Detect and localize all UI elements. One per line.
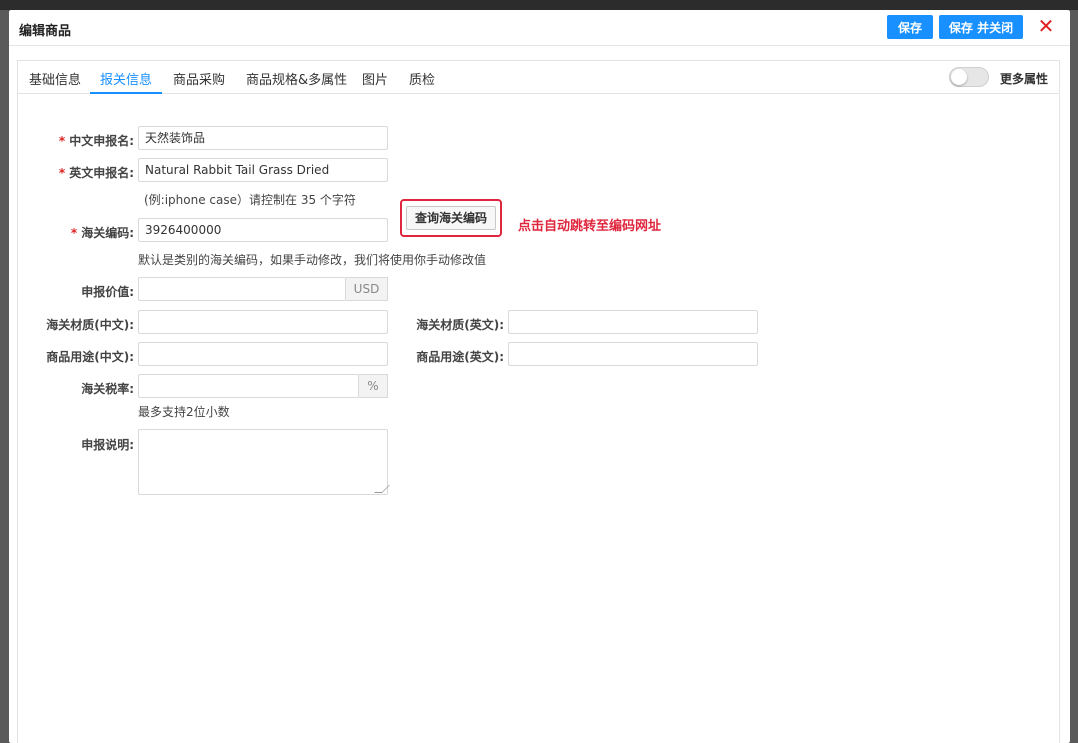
background-page-left [0, 10, 9, 743]
currency-addon: USD [346, 277, 388, 301]
dialog-title: 编辑商品 [19, 24, 72, 39]
required-marker: * [58, 134, 66, 148]
background-page-right [1070, 10, 1078, 743]
more-attributes-toggle[interactable] [949, 67, 989, 87]
percent-addon: % [359, 374, 388, 398]
en-name-label: * 英文申报名: [58, 166, 134, 180]
usage-en-input[interactable] [508, 342, 758, 366]
form-panel: 基础信息 报关信息 商品采购 商品规格&多属性 图片 质检 更多属性 * 中文申报… [17, 60, 1060, 743]
tax-rate-label: 海关税率: [81, 382, 134, 396]
hs-code-input[interactable]: 3926400000 [138, 218, 388, 242]
cn-name-input[interactable]: 天然装饰品 [138, 126, 388, 150]
dialog-header: 编辑商品 保存 保存 并关闭 ✕ [9, 10, 1070, 46]
en-name-hint: (例:iphone case）请控制在 35 个字符 [144, 193, 356, 207]
material-en-input[interactable] [508, 310, 758, 334]
tab-basic-info[interactable]: 基础信息 [29, 69, 81, 94]
tab-bar: 基础信息 报关信息 商品采购 商品规格&多属性 图片 质检 更多属性 [18, 61, 1059, 94]
material-cn-input[interactable] [138, 310, 388, 334]
en-name-input[interactable]: Natural Rabbit Tail Grass Dried [138, 158, 388, 182]
description-label: 申报说明: [81, 438, 134, 452]
usage-cn-input[interactable] [138, 342, 388, 366]
save-button[interactable]: 保存 [887, 15, 933, 39]
required-marker: * [58, 166, 66, 180]
declared-value-input[interactable] [138, 277, 346, 301]
cn-name-label: * 中文申报名: [58, 134, 134, 148]
edit-product-dialog: 编辑商品 保存 保存 并关闭 ✕ 基础信息 报关信息 商品采购 商品规格&多属性… [9, 10, 1070, 743]
annotation-note: 点击自动跳转至编码网址 [518, 219, 662, 234]
close-icon[interactable]: ✕ [1036, 14, 1056, 38]
description-textarea[interactable] [138, 429, 388, 495]
tax-rate-hint: 最多支持2位小数 [138, 405, 230, 419]
toggle-knob [951, 69, 967, 85]
tab-specs-attributes[interactable]: 商品规格&多属性 [246, 69, 347, 94]
hs-code-label: * 海关编码: [70, 226, 134, 240]
usage-cn-label: 商品用途(中文): [46, 350, 134, 364]
required-marker: * [70, 226, 78, 240]
declared-value-label: 申报价值: [81, 285, 134, 299]
material-cn-label: 海关材质(中文): [46, 318, 134, 332]
query-hs-code-button[interactable]: 查询海关编码 [406, 206, 496, 230]
more-attributes-label: 更多属性 [1000, 72, 1049, 86]
tab-images[interactable]: 图片 [362, 69, 388, 94]
usage-en-label: 商品用途(英文): [416, 350, 504, 364]
hs-code-hint: 默认是类别的海关编码，如果手动修改，我们将使用你手动修改值 [138, 253, 487, 267]
material-en-label: 海关材质(英文): [416, 318, 504, 332]
save-and-close-button[interactable]: 保存 并关闭 [939, 15, 1023, 39]
tab-quality-check[interactable]: 质检 [409, 69, 435, 94]
tax-rate-input[interactable] [138, 374, 359, 398]
tab-customs-info[interactable]: 报关信息 [90, 69, 162, 94]
tab-purchasing[interactable]: 商品采购 [173, 69, 225, 94]
